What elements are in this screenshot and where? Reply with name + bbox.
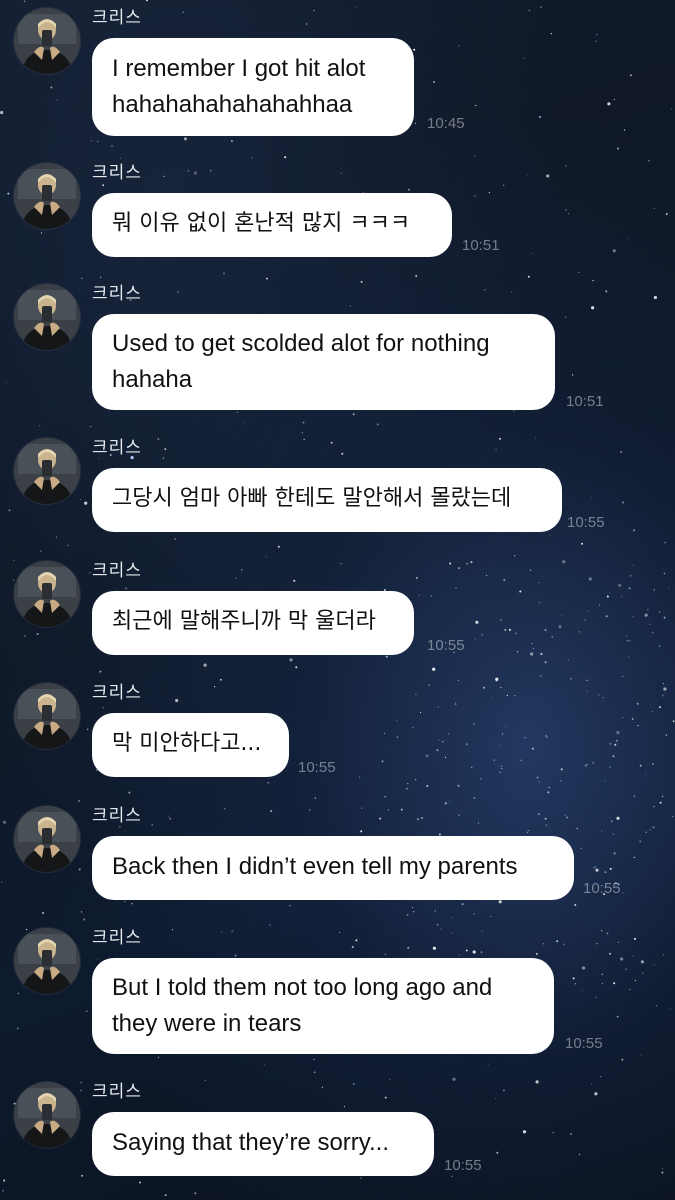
message-bubble[interactable]: Saying that they’re sorry... <box>92 1112 434 1176</box>
message-time: 10:55 <box>565 1035 603 1052</box>
message-time: 10:55 <box>444 1157 482 1174</box>
avatar[interactable] <box>14 8 80 74</box>
message-bubble[interactable]: But I told them not too long ago and the… <box>92 958 554 1054</box>
avatar[interactable] <box>14 928 80 994</box>
message-time: 10:55 <box>298 759 336 776</box>
message-text: Used to get scolded alot for nothing hah… <box>112 330 490 393</box>
avatar[interactable] <box>14 284 80 350</box>
avatar[interactable] <box>14 438 80 504</box>
message-time: 10:51 <box>462 237 500 254</box>
sender-name: 크리스 <box>92 561 142 581</box>
message-time: 10:45 <box>427 115 465 132</box>
avatar[interactable] <box>14 806 80 872</box>
sender-name: 크리스 <box>92 806 142 826</box>
message-time: 10:55 <box>567 514 605 531</box>
message-time: 10:51 <box>566 393 604 410</box>
sender-name: 크리스 <box>92 8 142 28</box>
message-bubble[interactable]: I remember I got hit alot hahahahahahaha… <box>92 38 414 136</box>
message-bubble[interactable]: 뭐 이유 없이 혼난적 많지 ㅋㅋㅋ <box>92 193 452 257</box>
message-text: But I told them not too long ago and the… <box>112 974 493 1037</box>
message-time: 10:55 <box>427 637 465 654</box>
message-bubble[interactable]: Back then I didn’t even tell my parents <box>92 836 574 900</box>
message-bubble[interactable]: 막 미안하다고... <box>92 713 289 777</box>
message-bubble[interactable]: 최근에 말해주니까 막 울더라 <box>92 591 414 655</box>
sender-name: 크리스 <box>92 284 142 304</box>
avatar[interactable] <box>14 683 80 749</box>
avatar[interactable] <box>14 1082 80 1148</box>
message-text: 그당시 엄마 아빠 한테도 말안해서 몰랐는데 <box>112 486 512 511</box>
message-text: 최근에 말해주니까 막 울더라 <box>112 609 376 634</box>
sender-name: 크리스 <box>92 163 142 183</box>
sender-name: 크리스 <box>92 1082 142 1102</box>
message-text: 막 미안하다고... <box>112 731 262 756</box>
message-text: I remember I got hit alot hahahahahahaha… <box>112 55 366 118</box>
message-text: Saying that they’re sorry... <box>112 1129 390 1156</box>
message-text: Back then I didn’t even tell my parents <box>112 853 518 880</box>
avatar[interactable] <box>14 163 80 229</box>
message-bubble[interactable]: Used to get scolded alot for nothing hah… <box>92 314 555 410</box>
message-time: 10:55 <box>583 880 621 897</box>
sender-name: 크리스 <box>92 928 142 948</box>
chat-screen: 크리스 I remember I got hit alot hahahahaha… <box>0 0 675 1200</box>
avatar[interactable] <box>14 561 80 627</box>
message-bubble[interactable]: 그당시 엄마 아빠 한테도 말안해서 몰랐는데 <box>92 468 562 532</box>
message-text: 뭐 이유 없이 혼난적 많지 ㅋㅋㅋ <box>112 211 411 236</box>
sender-name: 크리스 <box>92 438 142 458</box>
sender-name: 크리스 <box>92 683 142 703</box>
